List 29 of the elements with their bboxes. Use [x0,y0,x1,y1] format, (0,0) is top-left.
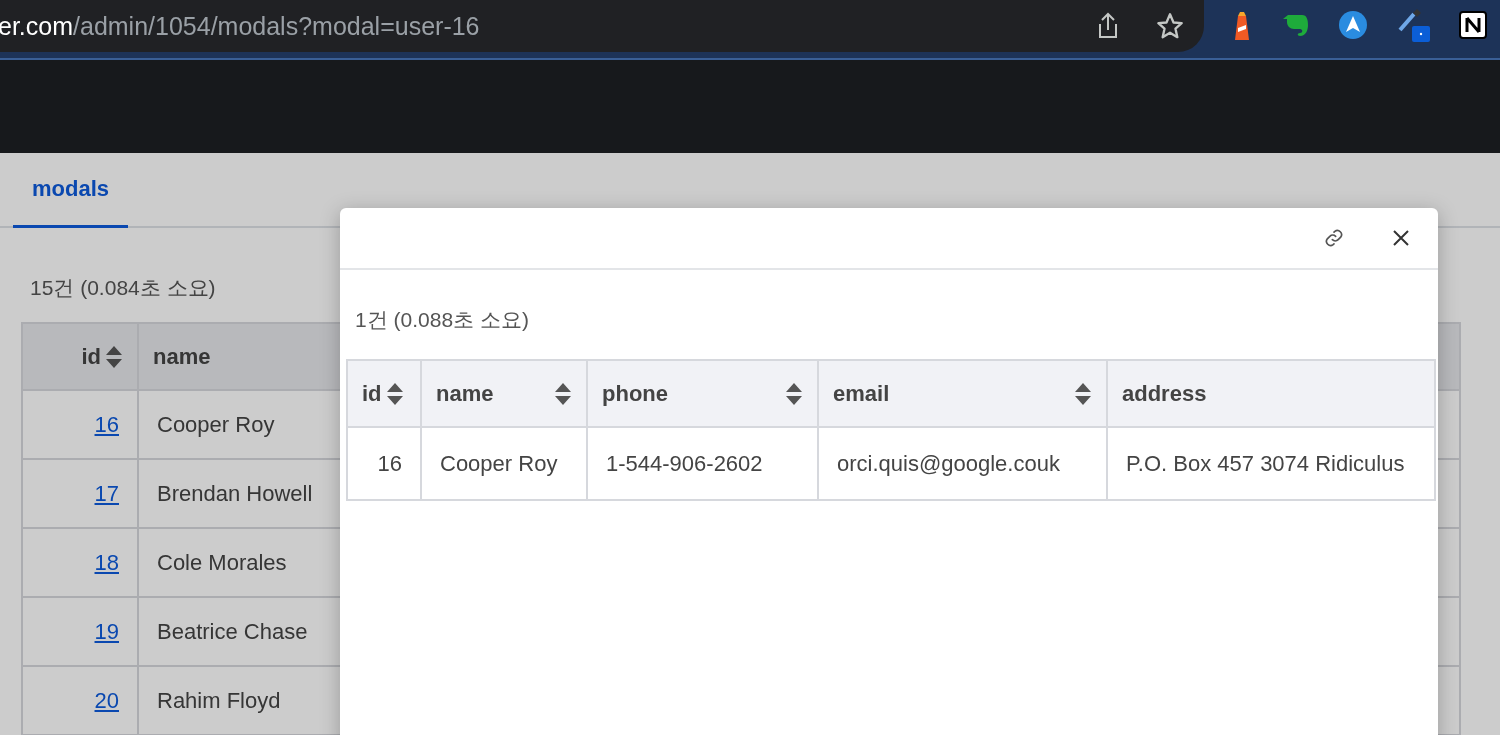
eyedropper-icon[interactable] [1396,8,1430,42]
sort-icon[interactable] [785,381,803,406]
column-header[interactable]: id [347,360,421,427]
column-header[interactable]: email [818,360,1107,427]
sort-icon[interactable] [105,344,123,369]
result-count: 15건 (0.084초 소요) [30,275,216,301]
sort-icon[interactable] [385,381,404,406]
star-icon[interactable] [1156,12,1184,40]
id-link[interactable]: 16 [94,411,119,437]
table-cell: 16 [347,427,421,500]
column-header: address [1107,360,1435,427]
column-header[interactable]: phone [587,360,818,427]
close-icon [1392,229,1410,247]
table-cell: P.O. Box 457 3074 Ridiculus [1107,427,1435,500]
id-link[interactable]: 20 [94,687,119,713]
table-cell: 1-544-906-2602 [587,427,818,500]
id-link[interactable]: 17 [94,480,119,506]
table-cell: orci.quis@google.couk [818,427,1107,500]
table-cell: Cooper Roy [421,427,587,500]
id-link[interactable]: 18 [94,549,119,575]
sort-icon[interactable] [1074,381,1092,406]
notion-logo-icon[interactable] [1458,10,1488,40]
column-header[interactable]: id [22,323,138,390]
share-icon[interactable] [1096,12,1120,40]
id-link[interactable]: 19 [94,618,119,644]
sort-icon[interactable] [554,381,572,406]
link-icon [1324,228,1344,248]
tab[interactable]: modals [13,153,129,228]
column-header[interactable]: name [421,360,587,427]
